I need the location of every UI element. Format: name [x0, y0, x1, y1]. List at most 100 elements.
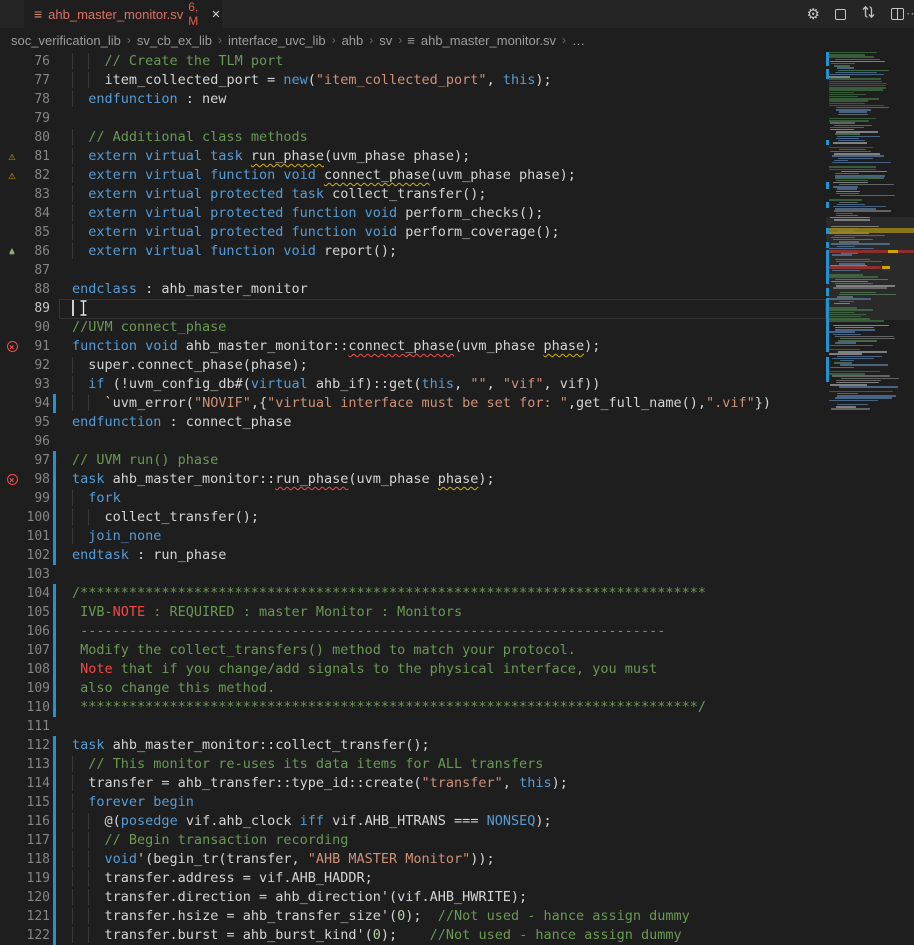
line-number[interactable]: 122: [24, 926, 50, 945]
glyph-margin[interactable]: [0, 71, 24, 90]
glyph-margin[interactable]: [0, 432, 24, 451]
breadcrumb-item[interactable]: ahb: [341, 33, 365, 48]
breadcrumb-file[interactable]: ahb_master_monitor.sv: [420, 33, 557, 48]
code-line[interactable]: 83 extern virtual protected task collect…: [0, 185, 826, 204]
code-line[interactable]: 80 // Additional class methods: [0, 128, 826, 147]
glyph-margin[interactable]: [0, 128, 24, 147]
code-line[interactable]: ⚠81 extern virtual task run_phase(uvm_ph…: [0, 147, 826, 166]
code-line[interactable]: 98task ahb_master_monitor::run_phase(uvm…: [0, 470, 826, 489]
line-number[interactable]: 92: [24, 356, 50, 375]
line-number[interactable]: 119: [24, 869, 50, 888]
line-number[interactable]: 76: [24, 52, 50, 71]
glyph-margin[interactable]: [0, 755, 24, 774]
breadcrumb-more[interactable]: …: [571, 33, 586, 48]
line-number[interactable]: 110: [24, 698, 50, 717]
line-number[interactable]: 80: [24, 128, 50, 147]
code-line[interactable]: 110 ************************************…: [0, 698, 826, 717]
line-number[interactable]: 94: [24, 394, 50, 413]
glyph-margin[interactable]: [0, 565, 24, 584]
code-line[interactable]: 113 // This monitor re-uses its data ite…: [0, 755, 826, 774]
glyph-margin[interactable]: [0, 375, 24, 394]
code-line[interactable]: 102endtask : run_phase: [0, 546, 826, 565]
glyph-margin[interactable]: [0, 717, 24, 736]
code-line[interactable]: 97// UVM run() phase: [0, 451, 826, 470]
gear-icon[interactable]: ⚙: [807, 7, 820, 22]
code-line[interactable]: 107 Modify the collect_transfers() metho…: [0, 641, 826, 660]
code-line[interactable]: 104/************************************…: [0, 584, 826, 603]
code-line[interactable]: 112task ahb_master_monitor::collect_tran…: [0, 736, 826, 755]
minimap[interactable]: [826, 52, 914, 935]
line-number[interactable]: 95: [24, 413, 50, 432]
code-line[interactable]: 87: [0, 261, 826, 280]
line-number[interactable]: 99: [24, 489, 50, 508]
line-number[interactable]: 121: [24, 907, 50, 926]
code-line[interactable]: ⚠82 extern virtual function void connect…: [0, 166, 826, 185]
code-line[interactable]: 95endfunction : connect_phase: [0, 413, 826, 432]
glyph-margin[interactable]: [0, 318, 24, 337]
code-line[interactable]: 111: [0, 717, 826, 736]
code-line[interactable]: 103: [0, 565, 826, 584]
line-number[interactable]: 108: [24, 660, 50, 679]
code-line[interactable]: 85 extern virtual protected function voi…: [0, 223, 826, 242]
line-number[interactable]: 98: [24, 470, 50, 489]
close-icon[interactable]: ✕: [208, 6, 223, 23]
breadcrumb-item[interactable]: sv: [378, 33, 393, 48]
glyph-margin[interactable]: [0, 660, 24, 679]
line-number[interactable]: 83: [24, 185, 50, 204]
code-line[interactable]: 84 extern virtual protected function voi…: [0, 204, 826, 223]
glyph-margin[interactable]: [0, 413, 24, 432]
code-line[interactable]: 92 super.connect_phase(phase);: [0, 356, 826, 375]
tab-ahb-master-monitor[interactable]: ≡ ahb_master_monitor.sv 6, M ✕: [24, 0, 222, 28]
glyph-margin[interactable]: [0, 508, 24, 527]
line-number[interactable]: 107: [24, 641, 50, 660]
code-line[interactable]: 117 // Begin transaction recording: [0, 831, 826, 850]
code-line[interactable]: 93 if (!uvm_config_db#(virtual ahb_if)::…: [0, 375, 826, 394]
layout-square-icon[interactable]: [835, 9, 846, 20]
line-number[interactable]: 100: [24, 508, 50, 527]
glyph-margin[interactable]: [0, 774, 24, 793]
warning-icon[interactable]: ⚠: [0, 166, 24, 185]
code-line[interactable]: 100 collect_transfer();: [0, 508, 826, 527]
breadcrumb-item[interactable]: interface_uvc_lib: [227, 33, 327, 48]
glyph-margin[interactable]: [0, 223, 24, 242]
error-icon[interactable]: [0, 337, 24, 356]
code-line[interactable]: 116 @(posedge vif.ahb_clock iff vif.AHB_…: [0, 812, 826, 831]
line-number[interactable]: 78: [24, 90, 50, 109]
line-number[interactable]: 112: [24, 736, 50, 755]
code-line[interactable]: 122 transfer.burst = ahb_burst_kind'(0);…: [0, 926, 826, 945]
more-actions-icon[interactable]: ⋯: [906, 6, 914, 22]
glyph-margin[interactable]: [0, 261, 24, 280]
glyph-margin[interactable]: [0, 299, 24, 318]
code-line[interactable]: 89: [0, 299, 826, 318]
glyph-margin[interactable]: [0, 641, 24, 660]
line-number[interactable]: 116: [24, 812, 50, 831]
code-line[interactable]: 106 ------------------------------------…: [0, 622, 826, 641]
line-number[interactable]: 96: [24, 432, 50, 451]
glyph-margin[interactable]: [0, 52, 24, 71]
code-line[interactable]: 88endclass : ahb_master_monitor: [0, 280, 826, 299]
pass-icon[interactable]: ▲: [0, 242, 24, 261]
line-number[interactable]: 111: [24, 717, 50, 736]
code-line[interactable]: ▲86 extern virtual function void report(…: [0, 242, 826, 261]
split-editor-icon[interactable]: [891, 8, 904, 20]
glyph-margin[interactable]: [0, 451, 24, 470]
glyph-margin[interactable]: [0, 603, 24, 622]
code-line[interactable]: 78 endfunction : new: [0, 90, 826, 109]
line-number[interactable]: 103: [24, 565, 50, 584]
glyph-margin[interactable]: [0, 280, 24, 299]
glyph-margin[interactable]: [0, 185, 24, 204]
line-number[interactable]: 114: [24, 774, 50, 793]
code-line[interactable]: 118 void'(begin_tr(transfer, "AHB MASTER…: [0, 850, 826, 869]
line-number[interactable]: 97: [24, 451, 50, 470]
code-line[interactable]: 96: [0, 432, 826, 451]
glyph-margin[interactable]: [0, 907, 24, 926]
line-number[interactable]: 106: [24, 622, 50, 641]
line-number[interactable]: 120: [24, 888, 50, 907]
code-line[interactable]: 76 // Create the TLM port: [0, 52, 826, 71]
glyph-margin[interactable]: [0, 679, 24, 698]
code-line[interactable]: 90//UVM connect_phase: [0, 318, 826, 337]
line-number[interactable]: 117: [24, 831, 50, 850]
glyph-margin[interactable]: [0, 109, 24, 128]
swap-icon[interactable]: [861, 5, 876, 24]
code-line[interactable]: 120 transfer.direction = ahb_direction'(…: [0, 888, 826, 907]
